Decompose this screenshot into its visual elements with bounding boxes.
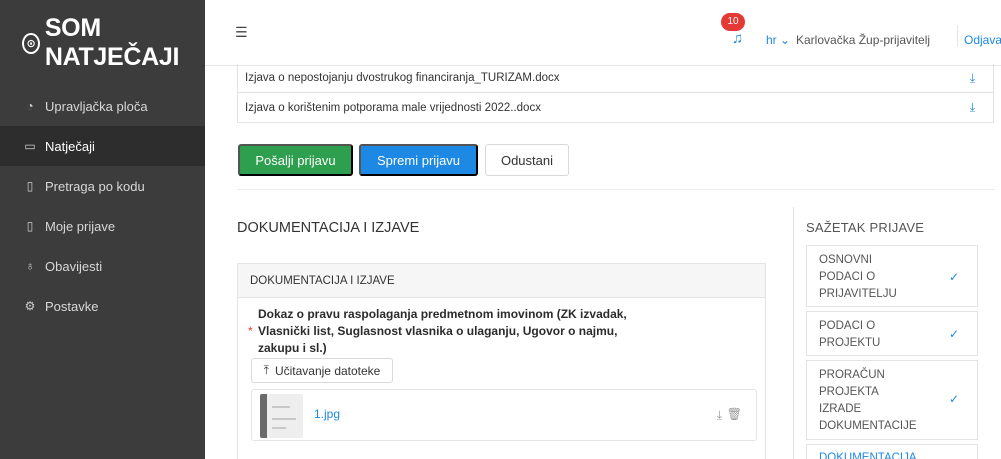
check-icon: ✓: [948, 270, 959, 284]
sidebar-item-label: Moje prijave: [45, 218, 116, 234]
summary-line: DOKUMENTACIJE: [819, 420, 917, 432]
document-search-icon: ▯: [26, 179, 34, 193]
sidebar-item-dashboard[interactable]: ◔ Upravljačka ploča: [0, 86, 205, 126]
chevron-down-icon: ⌄: [780, 33, 791, 47]
notification-bell-icon[interactable]: ♫: [732, 30, 743, 47]
summary-line: PRORAČUN: [819, 369, 885, 381]
requirement-line: Dokaz o pravu raspolaganja predmetnom im…: [258, 307, 627, 321]
save-application-button[interactable]: Spremi prijavu: [359, 144, 478, 176]
language-selector[interactable]: hr ⌄: [766, 33, 790, 47]
sidebar-item-label: Postavke: [45, 298, 99, 314]
sidebar-item-natjecaji[interactable]: ▭ Natječaji: [0, 126, 205, 166]
trash-icon[interactable]: 🗑: [727, 407, 742, 421]
sidebar-item-label: Obavijesti: [45, 258, 103, 274]
upload-file-button[interactable]: ⤒ Učitavanje datoteke: [251, 358, 393, 383]
uploaded-file-item: 1.jpg ⤓ 🗑: [251, 389, 757, 441]
uploaded-file-link[interactable]: 1.jpg: [314, 407, 340, 421]
gear-icon: ⚙: [24, 299, 36, 313]
sidebar-item-settings[interactable]: ⚙ Postavke: [0, 286, 205, 326]
sidebar-item-my-applications[interactable]: ▯ Moje prijave: [0, 206, 205, 246]
cancel-button[interactable]: Odustani: [485, 144, 569, 176]
user-name[interactable]: Karlovačka Žup-prijavitelj: [796, 33, 930, 47]
upload-icon: ⤒: [263, 363, 269, 377]
file-row: Izjava o nepostojanju dvostrukog financi…: [238, 64, 993, 92]
summary-item-applicant[interactable]: OSNOVNI PODACI O PRIJAVITELJU ✓: [806, 245, 978, 307]
summary-item-budget[interactable]: PRORAČUN PROJEKTA IZRADE DOKUMENTACIJE ✓: [806, 360, 978, 440]
file-name: Izjava o nepostojanju dvostrukog financi…: [245, 72, 560, 84]
summary-divider: [793, 207, 794, 459]
check-icon: ✓: [948, 392, 959, 406]
requirement-line-required: * Vlasnički list, Suglasnost vlasnika o u…: [248, 323, 668, 340]
card-header: DOKUMENTACIJA I IZJAVE: [238, 264, 765, 298]
sidebar-item-label: Natječaji: [45, 138, 95, 154]
upload-label: Učitavanje datoteke: [274, 363, 381, 378]
menu-collapse-icon[interactable]: ☰: [235, 24, 248, 41]
logout-link[interactable]: Odjava: [964, 33, 1001, 47]
download-icon[interactable]: ⤓: [717, 408, 722, 423]
send-application-button[interactable]: Pošalji prijavu: [238, 144, 353, 176]
top-bar: ☰ 10 ♫ hr ⌄ Karlovačka Žup-prijavitelj O…: [205, 0, 1001, 66]
notification-badge: 10: [721, 13, 745, 31]
app-logo[interactable]: ⊙ SOM NATJEČAJI: [0, 0, 205, 86]
document-icon: ▯: [26, 219, 34, 233]
section-divider: [237, 189, 995, 190]
summary-line: OSNOVNI: [819, 254, 873, 266]
download-icon[interactable]: ⤓: [970, 100, 975, 115]
download-icon[interactable]: ⤓: [970, 71, 975, 86]
section-title: DOKUMENTACIJA I IZJAVE: [237, 220, 420, 236]
documentation-card: DOKUMENTACIJA I IZJAVE Dokaz o pravu ras…: [237, 263, 766, 459]
file-row: Izjava o korištenim potporama male vrije…: [238, 92, 993, 122]
bell-icon: ♁: [25, 259, 35, 273]
logo-icon: ⊙: [22, 32, 40, 54]
logo-text: SOM NATJEČAJI: [44, 14, 180, 71]
sidebar: ⊙ SOM NATJEČAJI ◔ Upravljačka ploča ▭ Na…: [0, 0, 205, 459]
sidebar-item-notifications[interactable]: ♁ Obavijesti: [0, 246, 205, 286]
sidebar-item-label: Pretraga po kodu: [45, 178, 145, 194]
summary-item-documentation[interactable]: DOKUMENTACIJA: [806, 444, 978, 459]
summary-line: DOKUMENTACIJA: [819, 452, 917, 459]
dashboard-icon: ◔: [26, 99, 34, 113]
topbar-divider: [957, 25, 958, 47]
check-icon: ✓: [948, 327, 959, 341]
summary-title: SAŽETAK PRIJAVE: [806, 220, 925, 235]
attached-files-table: Izjava o nepostojanju dvostrukog financi…: [237, 64, 994, 123]
sidebar-item-label: Upravljačka ploča: [45, 98, 148, 114]
summary-item-project[interactable]: PODACI O PROJEKTU ✓: [806, 311, 978, 356]
file-thumbnail[interactable]: [260, 394, 303, 438]
thumbnail-line: [272, 427, 286, 429]
thumbnail-line: [272, 406, 290, 408]
file-name: Izjava o korištenim potporama male vrije…: [245, 101, 541, 114]
sidebar-item-search-by-code[interactable]: ▯ Pretraga po kodu: [0, 166, 205, 206]
thumbnail-line: [272, 418, 296, 420]
summary-line: PRIJAVITELJU: [819, 288, 897, 300]
language-label: hr: [766, 33, 777, 47]
folder-icon: ▭: [24, 139, 36, 153]
requirement-line-text: Vlasnički list, Suglasnost vlasnika o ul…: [258, 324, 618, 338]
required-marker: *: [248, 324, 253, 338]
requirement-line: zakupu i sl.): [258, 341, 327, 355]
requirement-label: Dokaz o pravu raspolaganja predmetnom im…: [248, 306, 668, 357]
